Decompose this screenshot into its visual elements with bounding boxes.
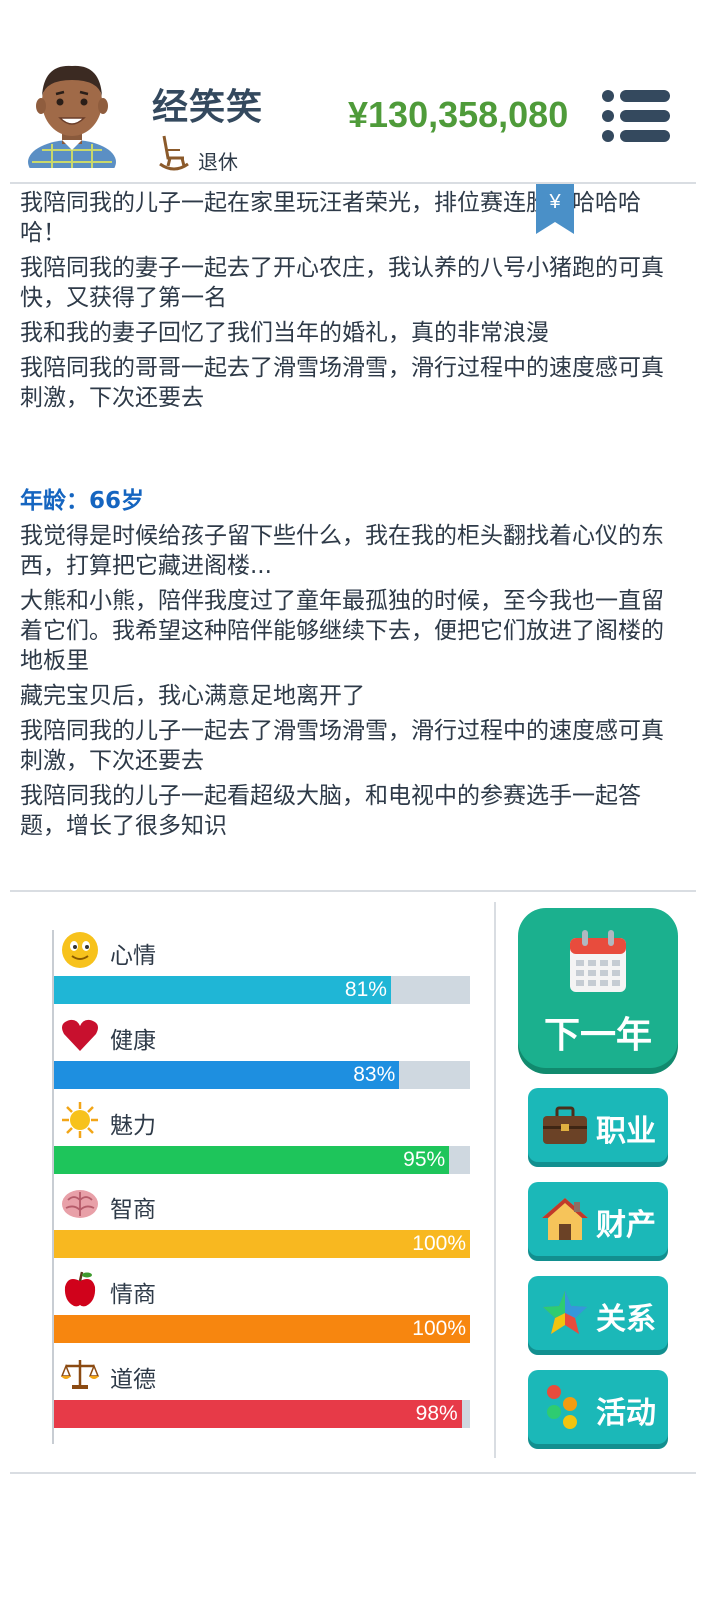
stat-label: 情商 bbox=[110, 1282, 156, 1309]
stat-label: 魅力 bbox=[110, 1112, 156, 1139]
next-year-button[interactable]: 下一年 bbox=[518, 908, 678, 1068]
avatar[interactable] bbox=[22, 58, 122, 168]
sun-icon bbox=[62, 1101, 98, 1138]
progress-bar: 100% bbox=[54, 1230, 470, 1259]
progress-value: 100% bbox=[412, 1232, 466, 1256]
briefcase-icon bbox=[543, 1106, 587, 1144]
age-heading: 年龄：66岁 bbox=[20, 488, 145, 514]
player-name: 经笑笑 bbox=[152, 87, 264, 128]
status-label: 退休 bbox=[198, 150, 238, 174]
next-year-label: 下一年 bbox=[543, 1015, 652, 1056]
log-entry: 我陪同我的儿子一起看超级大脑，和电视中的参赛选手一起答题，增长了很多知识 bbox=[20, 783, 641, 839]
progress-value: 83% bbox=[353, 1062, 396, 1086]
progress-fill: 95% bbox=[54, 1145, 450, 1174]
stat-charm: 魅力 95% bbox=[54, 1100, 472, 1185]
stat-health: 健康 83% bbox=[54, 1015, 472, 1100]
activities-button[interactable]: 活动 bbox=[528, 1370, 668, 1444]
stat-mood: 心情 81% bbox=[54, 930, 472, 1015]
stat-label: 健康 bbox=[110, 1027, 156, 1054]
rocking-chair-icon bbox=[159, 135, 189, 171]
career-button[interactable]: 职业 bbox=[528, 1088, 668, 1162]
log-entry: 藏完宝贝后，我心满意足地离开了 bbox=[20, 683, 365, 709]
log-entry: 我陪同我的哥哥一起去了滑雪场滑雪，滑行过程中的速度感可真刺激，下次还要去 bbox=[20, 355, 664, 411]
footer-divider bbox=[10, 1472, 696, 1474]
menu-icon[interactable] bbox=[600, 86, 672, 146]
smiley-icon bbox=[62, 932, 98, 968]
panel-divider bbox=[494, 902, 496, 1458]
progress-value: 98% bbox=[415, 1401, 458, 1425]
log-entry: 我陪同我的儿子一起去了滑雪场滑雪，滑行过程中的速度感可真刺激，下次还要去 bbox=[20, 718, 664, 774]
progress-fill: 100% bbox=[54, 1315, 470, 1344]
stat-label: 道德 bbox=[110, 1366, 156, 1393]
house-icon bbox=[542, 1198, 588, 1240]
money-balance: ¥130,358,080 bbox=[348, 94, 569, 135]
apple-icon bbox=[64, 1271, 96, 1307]
progress-bar: 81% bbox=[54, 976, 470, 1004]
log-divider bbox=[10, 890, 696, 892]
relations-label: 关系 bbox=[596, 1302, 656, 1337]
dots-icon bbox=[547, 1385, 577, 1429]
log-entry: 大熊和小熊，陪伴我度过了童年最孤独的时候，至今我也一直留着它们。我希望这种陪伴能… bbox=[20, 588, 664, 674]
yen-bookmark-icon[interactable]: ¥ bbox=[536, 184, 574, 234]
progress-fill: 100% bbox=[54, 1230, 470, 1259]
relations-button[interactable]: 关系 bbox=[528, 1276, 668, 1350]
header-divider bbox=[10, 182, 696, 184]
log-entry: 我陪同我的儿子一起在家里玩汪者荣光，排位赛连胜哈哈哈哈哈！ bbox=[20, 190, 641, 246]
life-log[interactable]: 我陪同我的儿子一起在家里玩汪者荣光，排位赛连胜哈哈哈哈哈！ 我陪同我的妻子一起去… bbox=[20, 188, 686, 868]
star-icon bbox=[543, 1291, 587, 1334]
log-entry: 我陪同我的妻子一起去了开心农庄，我认养的八号小猪跑的可真快，又获得了第一名 bbox=[20, 255, 664, 311]
stat-morality: 道德 98% bbox=[54, 1354, 472, 1439]
progress-bar: 83% bbox=[54, 1060, 470, 1089]
stat-eq: 情商 100% bbox=[54, 1269, 472, 1354]
progress-fill: 81% bbox=[54, 976, 391, 1004]
progress-fill: 83% bbox=[54, 1060, 400, 1089]
stat-label: 智商 bbox=[110, 1197, 156, 1224]
brain-icon bbox=[62, 1190, 98, 1219]
property-button[interactable]: 财产 bbox=[528, 1182, 668, 1256]
progress-value: 81% bbox=[344, 978, 387, 1001]
heart-icon bbox=[62, 1019, 98, 1051]
stats-panel: 心情 81% 健康 83% 魅力 95% 智商 100% 情商 100% 道德 … bbox=[52, 930, 472, 1444]
progress-bar: 98% bbox=[54, 1399, 470, 1428]
svg-text:¥: ¥ bbox=[548, 191, 561, 213]
log-entry: 我和我的妻子回忆了我们当年的婚礼，真的非常浪漫 bbox=[20, 320, 549, 346]
progress-bar: 95% bbox=[54, 1145, 470, 1174]
activities-label: 活动 bbox=[596, 1396, 656, 1431]
progress-value: 100% bbox=[412, 1317, 466, 1341]
career-label: 职业 bbox=[596, 1114, 656, 1149]
scales-icon bbox=[60, 1359, 100, 1389]
stat-label: 心情 bbox=[110, 943, 156, 969]
log-entry: 我觉得是时候给孩子留下些什么，我在我的柜头翻找着心仪的东西，打算把它藏进阁楼..… bbox=[20, 523, 664, 579]
property-label: 财产 bbox=[596, 1208, 656, 1243]
header: 经笑笑 退休 ¥130,358,080 bbox=[0, 0, 720, 182]
progress-value: 95% bbox=[403, 1147, 446, 1171]
progress-fill: 98% bbox=[54, 1399, 462, 1428]
progress-bar: 100% bbox=[54, 1315, 470, 1344]
calendar-icon bbox=[570, 930, 626, 992]
stat-iq: 智商 100% bbox=[54, 1184, 472, 1269]
